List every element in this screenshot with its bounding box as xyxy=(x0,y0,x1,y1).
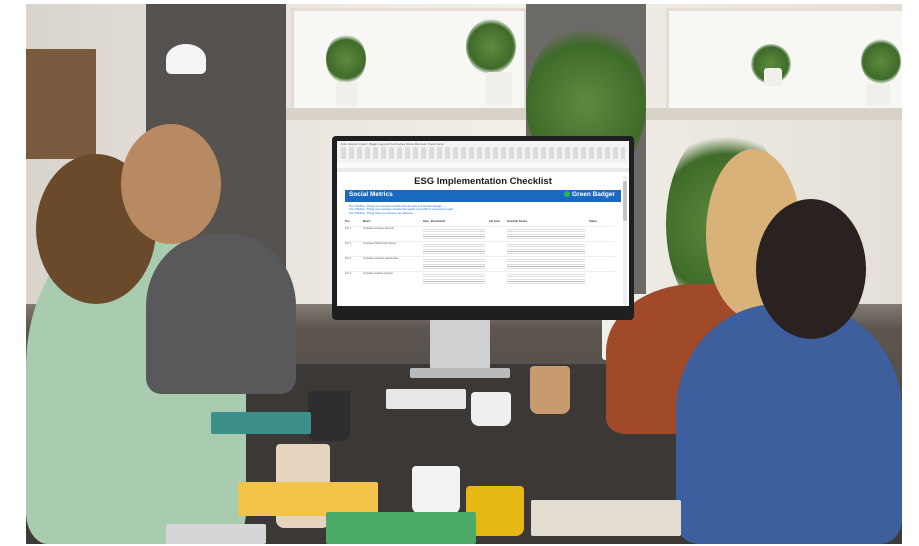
table-header: Tier Metric Data - Benchmark Set Goal Po… xyxy=(345,220,615,226)
row-goal xyxy=(489,257,507,271)
ribbon-toolbar[interactable] xyxy=(341,147,625,159)
row-benchmark xyxy=(423,242,489,256)
sheet-title: ESG Implementation Checklist xyxy=(414,176,552,187)
row-benchmark xyxy=(423,257,489,271)
column-headers xyxy=(337,168,629,172)
black-mug xyxy=(308,391,350,441)
monitor-stand-base xyxy=(410,368,510,378)
monitor: File Home Insert Page Layout Formulas Da… xyxy=(332,136,634,320)
row-metric: Corporate wellness program xyxy=(363,272,394,275)
pot-3 xyxy=(764,68,782,86)
row-tactics xyxy=(507,257,589,271)
tier-3-note: Tier 3 Metrics - Things that your compan… xyxy=(349,211,413,215)
coffee-cup-back xyxy=(530,366,570,414)
row-tier: Tier 2 xyxy=(345,272,352,275)
pot-4 xyxy=(866,84,890,106)
col-tier: Tier xyxy=(345,220,350,223)
row-status xyxy=(589,272,615,286)
row-status xyxy=(589,227,615,241)
row-benchmark xyxy=(423,227,489,241)
leaf-icon xyxy=(564,191,570,197)
row-benchmark xyxy=(423,272,489,286)
pot-2 xyxy=(486,72,512,106)
col-benchmark: Data - Benchmark xyxy=(423,220,446,223)
person-glasses-head xyxy=(121,124,221,244)
col-metric: Metric xyxy=(363,220,371,223)
section-band: Social Metrics Green Badger xyxy=(345,190,621,202)
spreadsheet-ribbon[interactable]: File Home Insert Page Layout Formulas Da… xyxy=(337,141,629,164)
row-tactics xyxy=(507,242,589,256)
tier-legend: Tier 1 Metrics - Things your company con… xyxy=(349,205,453,215)
pencil-holder-front xyxy=(412,466,460,514)
row-tier: Tier 1 xyxy=(345,242,352,245)
green-folder xyxy=(326,512,476,544)
table-row[interactable]: Tier 1 Corporate volunteer opportunities xyxy=(345,256,615,271)
row-tactics xyxy=(507,272,589,286)
plant-sill-2 xyxy=(466,19,516,74)
row-tier: Tier 1 xyxy=(345,257,352,260)
plant-sill-1 xyxy=(326,34,366,84)
keyboard xyxy=(386,389,466,409)
table-row[interactable]: Tier 2 Corporate wellness program xyxy=(345,271,615,286)
person-denim-body xyxy=(676,304,902,544)
shelf xyxy=(26,49,96,159)
row-goal xyxy=(489,272,507,286)
row-tactics xyxy=(507,227,589,241)
yellow-notebook xyxy=(238,482,378,516)
spiral-notebook xyxy=(531,500,681,536)
ribbon-tabs[interactable]: File Home Insert Page Layout Formulas Da… xyxy=(341,142,444,146)
person-glasses-body xyxy=(146,234,296,394)
monitor-stand xyxy=(430,316,490,376)
row-tier: Tier 1 xyxy=(345,227,352,230)
checklist-table: Tier Metric Data - Benchmark Set Goal Po… xyxy=(345,220,615,304)
row-status xyxy=(589,257,615,271)
row-goal xyxy=(489,242,507,256)
row-goal xyxy=(489,227,507,241)
spreadsheet-screen: File Home Insert Page Layout Formulas Da… xyxy=(337,141,629,306)
smartphone xyxy=(166,524,266,544)
plant-sill-4 xyxy=(861,39,901,84)
col-tactics: Potential Tactics xyxy=(507,220,528,223)
pencil-holder-back xyxy=(471,392,511,426)
col-status: Status xyxy=(589,220,597,223)
person-denim-head xyxy=(756,199,866,339)
row-metric: Corporate employee diversity xyxy=(363,227,395,230)
pot-1 xyxy=(336,82,358,106)
col-goal: Set Goal xyxy=(489,220,500,223)
table-row[interactable]: Tier 1 Corporate employee diversity xyxy=(345,226,615,241)
table-row[interactable]: Tier 1 Corporate Philanthropic Spend xyxy=(345,241,615,256)
floor-lamp xyxy=(166,44,206,74)
row-metric: Corporate volunteer opportunities xyxy=(363,257,399,260)
row-status xyxy=(589,242,615,256)
section-label: Social Metrics xyxy=(349,191,393,198)
scrollbar-thumb[interactable] xyxy=(623,181,627,221)
row-metric: Corporate Philanthropic Spend xyxy=(363,242,396,245)
teal-notebook xyxy=(211,412,311,434)
brand-logo: Green Badger xyxy=(564,191,615,198)
brand-name: Green Badger xyxy=(572,191,615,198)
